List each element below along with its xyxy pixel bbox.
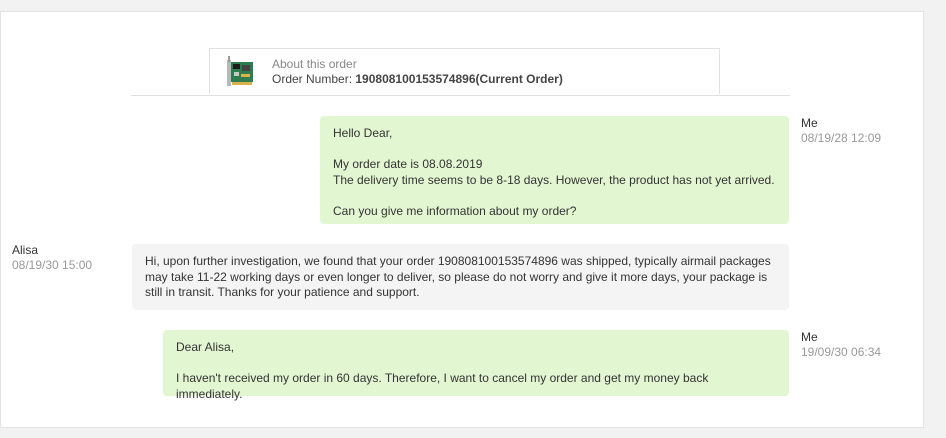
message-meta: Me 19/09/30 06:34 — [801, 330, 881, 360]
product-thumbnail[interactable] — [226, 54, 256, 88]
order-number-value: 190808100153574896(Current Order) — [355, 72, 563, 86]
sender-name: Me — [801, 116, 818, 130]
sender-name: Alisa — [12, 243, 39, 257]
message-timestamp: 08/19/28 12:09 — [801, 131, 882, 145]
message-text: Dear Alisa, I haven't received my order … — [176, 340, 709, 401]
message-meta: Me 08/19/28 12:09 — [801, 116, 881, 146]
message-meta: Alisa 08/19/30 15:00 — [12, 243, 92, 273]
order-number-label: Order Number: — [272, 72, 353, 86]
order-divider — [131, 95, 790, 96]
order-number: Order Number: 190808100153574896(Current… — [272, 72, 563, 86]
sender-name: Me — [801, 330, 818, 344]
order-about-label: About this order — [272, 57, 357, 71]
message-bubble-seller: Hi, upon further investigation, we found… — [132, 244, 789, 310]
message-text: Hello Dear, My order date is 08.08.2019 … — [333, 126, 775, 218]
message-bubble-me: Dear Alisa, I haven't received my order … — [163, 330, 789, 401]
order-info-card[interactable]: About this order Order Number: 190808100… — [209, 48, 720, 94]
message-timestamp: 08/19/30 15:00 — [12, 258, 93, 272]
message-timestamp: 19/09/30 06:34 — [801, 345, 882, 359]
message-bubble-me: Hello Dear, My order date is 08.08.2019 … — [320, 116, 789, 224]
message-text: Hi, upon further investigation, we found… — [145, 254, 771, 299]
